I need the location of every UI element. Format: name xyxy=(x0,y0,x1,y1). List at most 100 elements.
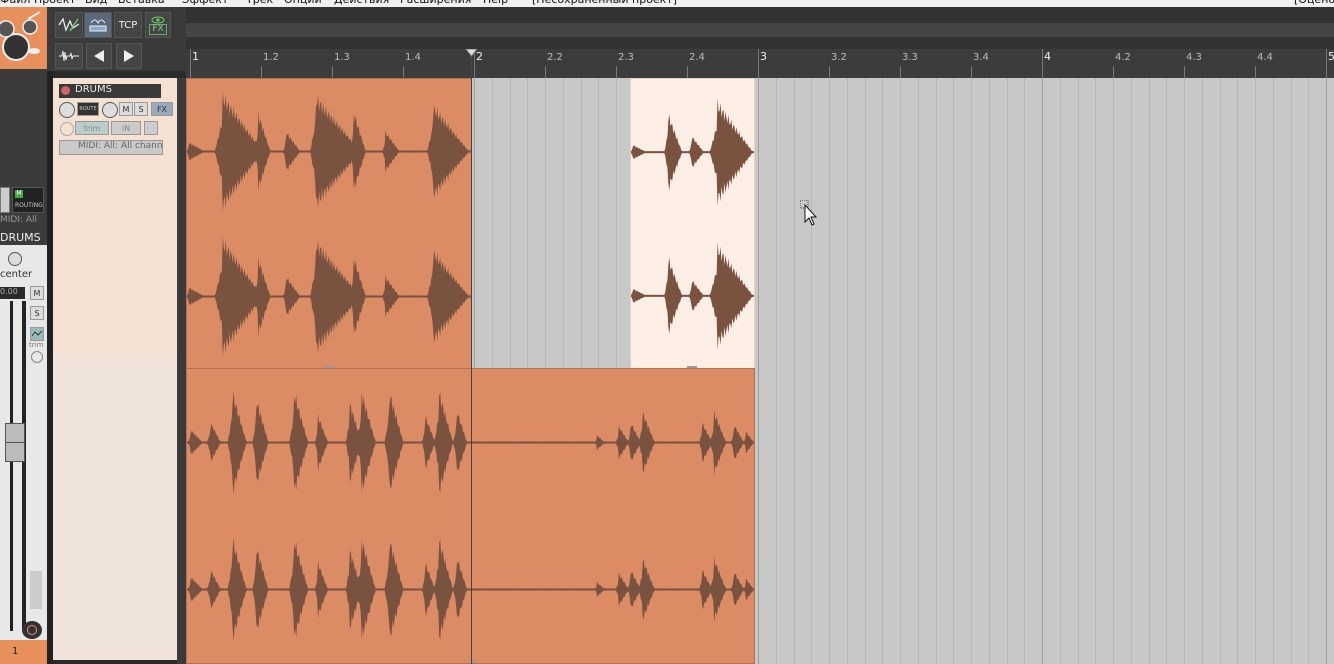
tcp-toggle-button[interactable]: TCP xyxy=(114,12,142,38)
ruler-tick xyxy=(1184,66,1185,78)
edit-cursor[interactable] xyxy=(471,49,472,664)
tcp-scrollbar[interactable] xyxy=(177,78,186,664)
record-arm-icon[interactable] xyxy=(61,86,70,95)
mixer-small-button[interactable] xyxy=(0,187,10,213)
menu-item[interactable]: Расширения xyxy=(400,0,471,6)
volume-fader-handle-lower[interactable] xyxy=(5,442,25,462)
fx-toggle-button[interactable]: FX xyxy=(145,12,171,38)
volume-fader-track[interactable] xyxy=(10,301,13,631)
menu-item[interactable]: Проект xyxy=(34,0,76,6)
arrow-left-icon xyxy=(94,50,104,62)
ruler-label: 1.3 xyxy=(334,52,350,63)
media-item-2[interactable] xyxy=(186,368,472,664)
mixer-io-buttons[interactable] xyxy=(30,571,42,609)
ruler-tick xyxy=(332,66,333,78)
ruler-label: 4 xyxy=(1044,50,1051,63)
next-button[interactable] xyxy=(116,43,142,69)
app-logo[interactable] xyxy=(0,7,47,69)
mixer-trim-label: trim xyxy=(29,341,44,349)
ruler-tick xyxy=(403,66,404,78)
menu-item[interactable]: Файл xyxy=(0,0,30,6)
fx-label: FX xyxy=(149,23,167,35)
mute-indicator: M xyxy=(15,190,23,198)
grid-line xyxy=(1024,78,1025,664)
media-item-1[interactable] xyxy=(186,78,472,370)
record-icon xyxy=(27,625,37,635)
grid-line xyxy=(1042,78,1043,664)
phase-icon[interactable] xyxy=(31,351,43,363)
volume-knob[interactable] xyxy=(59,102,75,118)
trim-button[interactable]: trim xyxy=(75,121,109,135)
menu-item[interactable]: Действия xyxy=(334,0,389,6)
input-monitor-icon[interactable] xyxy=(144,121,158,135)
media-item-3[interactable] xyxy=(471,368,755,664)
volume-readout: 0.00 xyxy=(0,287,25,299)
ruler-tick xyxy=(616,66,617,78)
ruler-label: 3 xyxy=(760,50,767,63)
mouse-cursor-icon xyxy=(800,200,818,226)
mixer-midi-label: MIDI: All xyxy=(0,215,38,225)
menu-item[interactable]: Эффект xyxy=(182,0,228,6)
arrow-right-icon xyxy=(124,50,134,62)
grid-line xyxy=(918,78,919,664)
route-button[interactable]: ROUTE xyxy=(77,102,99,116)
input-button[interactable]: IN xyxy=(111,121,141,135)
media-item-selected[interactable] xyxy=(630,78,755,370)
ruler-tick xyxy=(687,66,688,78)
fx-button[interactable]: FX xyxy=(151,102,173,116)
solo-button[interactable]: S xyxy=(134,102,148,116)
mixer-mute-button[interactable]: M xyxy=(30,286,44,300)
phase-invert-icon[interactable] xyxy=(60,122,74,136)
ruler-tick xyxy=(900,66,901,78)
arrange-view[interactable] xyxy=(186,78,1334,664)
edit-cursor-marker-icon[interactable] xyxy=(465,49,478,57)
ruler-label: 3.2 xyxy=(831,52,847,63)
mixer-track-name: DRUMS xyxy=(0,231,41,244)
meter-track xyxy=(22,301,26,631)
ruler-tick xyxy=(261,66,262,78)
ruler-label: 3.4 xyxy=(973,52,989,63)
menu-item[interactable]: [Несохраненный проект] xyxy=(532,0,677,6)
envelope-icon xyxy=(58,17,80,32)
mixer-env-button[interactable] xyxy=(30,327,44,341)
track-header-drums[interactable]: DRUMS ROUTE M S FX trim IN MIDI: All: Al… xyxy=(53,78,177,353)
waveform-button[interactable] xyxy=(55,43,83,69)
menu-item[interactable]: Опции xyxy=(284,0,322,6)
ruler-tick xyxy=(1326,49,1327,78)
volume-fader-handle[interactable] xyxy=(5,423,25,443)
grid-line xyxy=(1291,78,1292,664)
ripple-edit-button[interactable] xyxy=(84,12,112,38)
routing-button[interactable]: M ROUTING xyxy=(12,187,44,213)
grid-line xyxy=(1255,78,1256,664)
eye-icon xyxy=(151,16,165,23)
track-number: 1 xyxy=(12,646,19,657)
envelope-mode-button[interactable] xyxy=(55,12,83,38)
grid-line xyxy=(1308,78,1309,664)
tcp-label: TCP xyxy=(118,19,138,31)
grid-line xyxy=(1202,78,1203,664)
grid-line xyxy=(1113,78,1114,664)
drum-kit-icon xyxy=(0,11,41,61)
pan-knob[interactable] xyxy=(8,252,22,266)
menu-item[interactable]: Help xyxy=(483,0,508,6)
ruler-label: 4.4 xyxy=(1257,52,1273,63)
mixer-solo-button[interactable]: S xyxy=(30,306,44,320)
pan-knob-tcp[interactable] xyxy=(102,102,118,118)
menu-item[interactable]: Трек xyxy=(246,0,273,6)
waveform-icon xyxy=(59,50,79,62)
midi-input-select[interactable]: MIDI: All: All channels xyxy=(59,140,163,155)
ruler-label: 3.3 xyxy=(902,52,918,63)
mute-button[interactable]: M xyxy=(119,102,133,116)
timeline-strip[interactable] xyxy=(186,23,1334,37)
ruler-tick xyxy=(1113,66,1114,78)
timeline-ruler[interactable]: 1 1.2 1.3 1.4 2 2.2 2.3 2.4 3 3.2 3.3 3.4 4 4.2 4.3 4.4… xyxy=(186,49,1334,79)
ruler-label: 5 xyxy=(1328,50,1334,63)
previous-button[interactable] xyxy=(86,43,112,69)
ruler-label: 1.2 xyxy=(263,52,279,63)
ruler-label: 1.4 xyxy=(405,52,421,63)
menu-item[interactable]: Вид xyxy=(85,0,107,6)
track-name-field[interactable]: DRUMS xyxy=(59,84,161,98)
record-arm-button[interactable] xyxy=(22,621,42,639)
mixer-track-number: 1 xyxy=(0,640,47,664)
menu-item[interactable]: Вставка xyxy=(118,0,165,6)
